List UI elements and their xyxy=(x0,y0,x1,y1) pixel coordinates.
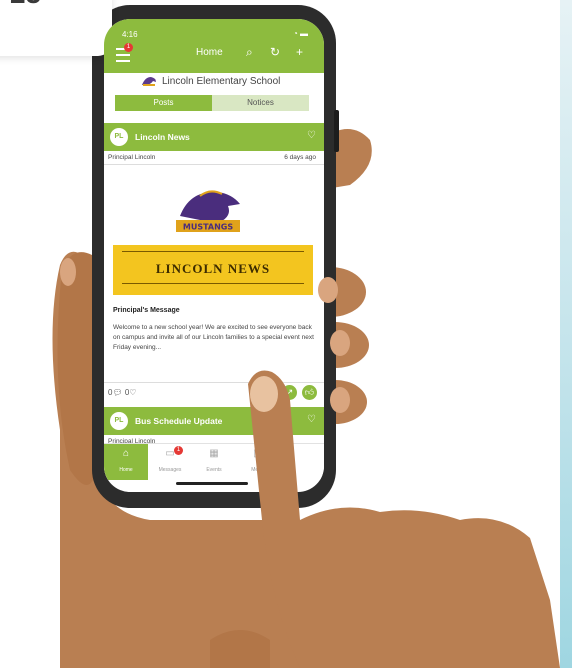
fingernail xyxy=(330,387,350,413)
fingernail xyxy=(250,376,278,412)
pointing-hand xyxy=(248,370,560,668)
fingernail xyxy=(330,330,350,356)
fingernail xyxy=(318,277,338,303)
pointing-hand-illustration xyxy=(60,258,560,668)
fingernail xyxy=(60,258,76,286)
wrist-shape xyxy=(210,630,270,668)
